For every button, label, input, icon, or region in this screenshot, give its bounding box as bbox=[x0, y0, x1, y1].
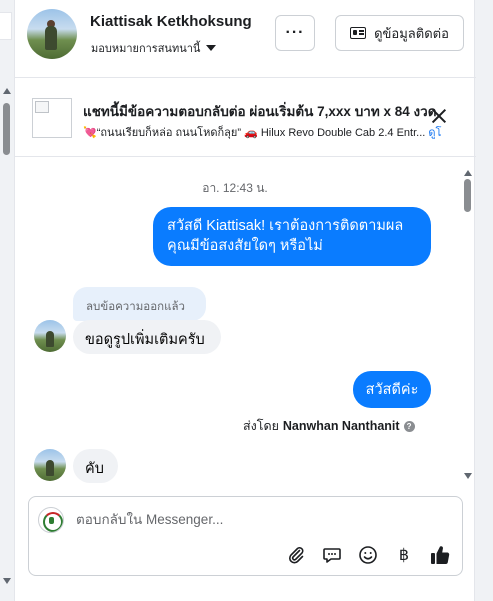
baht-icon[interactable]: ฿ bbox=[393, 544, 415, 566]
ad-title: แชทนี้มีข้อความตอบกลับต่อ ผ่อนเริ่มต้น 7… bbox=[83, 104, 437, 119]
scroll-up-arrow-icon[interactable] bbox=[3, 88, 11, 94]
message-timestamp: อา. 12:43 น. bbox=[202, 181, 268, 195]
more-options-button[interactable]: ··· bbox=[275, 15, 315, 51]
svg-text:฿: ฿ bbox=[399, 545, 409, 564]
car-icon: 🚗 bbox=[244, 127, 258, 139]
sent-by-prefix: ส่งโดย bbox=[243, 419, 279, 433]
scroll-thumb[interactable] bbox=[464, 179, 471, 212]
message-thread: อา. 12:43 น. สวัสดี Kiattisak! เราต้องกา… bbox=[15, 158, 476, 488]
outer-scrollbar[interactable] bbox=[0, 0, 14, 601]
right-edge-background bbox=[476, 0, 493, 601]
assign-conversation-dropdown[interactable]: มอบหมายการสนทนานี้ bbox=[91, 39, 217, 57]
ad-subtitle: 💘“ถนนเรียบก็หล่อ ถนนโหดก็ลุย” 🚗 Hilux Re… bbox=[83, 123, 457, 141]
like-icon[interactable] bbox=[429, 544, 451, 566]
info-icon[interactable]: ? bbox=[403, 420, 415, 432]
caret-down-icon bbox=[206, 45, 217, 51]
assign-label: มอบหมายการสนทนานี้ bbox=[91, 43, 201, 55]
scroll-up-arrow-icon[interactable] bbox=[464, 170, 472, 176]
removed-message-bubble: ลบข้อความออกแล้ว bbox=[73, 287, 206, 321]
ad-reference-bar[interactable]: แชทนี้มีข้อความตอบกลับต่อ ผ่อนเริ่มต้น 7… bbox=[15, 79, 476, 157]
avatar-person bbox=[46, 460, 54, 476]
message-composer: ฿ bbox=[28, 496, 463, 576]
scroll-thumb[interactable] bbox=[3, 103, 10, 155]
outgoing-message[interactable]: สวัสดีค่ะ bbox=[353, 371, 431, 408]
sender-avatar[interactable] bbox=[34, 449, 66, 481]
contact-info-label: ดูข้อมูลติดต่อ bbox=[374, 25, 449, 41]
attachment-icon[interactable] bbox=[285, 544, 307, 566]
sender-avatar[interactable] bbox=[34, 320, 66, 352]
reply-input[interactable] bbox=[76, 512, 446, 527]
incoming-message[interactable]: คับ bbox=[73, 449, 118, 483]
view-contact-info-button[interactable]: ดูข้อมูลติดต่อ bbox=[335, 15, 464, 51]
scroll-down-arrow-icon[interactable] bbox=[3, 578, 11, 584]
removed-message-label: ลบข้อความออกแล้ว bbox=[86, 301, 185, 313]
avatar-person bbox=[45, 26, 57, 50]
sent-by-name: Nanwhan Nanthanit bbox=[282, 419, 400, 433]
heart-icon: 💘 bbox=[83, 127, 97, 139]
scroll-down-arrow-icon[interactable] bbox=[464, 473, 472, 479]
conversation-panel: Kiattisak Ketkhoksung มอบหมายการสนทนานี้… bbox=[14, 0, 476, 601]
sent-by-label: ส่งโดย Nanwhan Nanthanit ? bbox=[243, 416, 415, 436]
avatar-person bbox=[46, 331, 54, 347]
contact-card-icon bbox=[350, 27, 367, 39]
view-ad-link[interactable]: ดูโ bbox=[428, 127, 441, 139]
left-panel-edge bbox=[0, 12, 12, 40]
ad-thumbnail-image bbox=[32, 98, 72, 138]
page-avatar bbox=[38, 507, 64, 533]
ad-subtitle-model: Hilux Revo Double Cab 2.4 Entr... bbox=[260, 127, 426, 139]
conversation-header: Kiattisak Ketkhoksung มอบหมายการสนทนานี้… bbox=[15, 0, 476, 78]
contact-avatar[interactable] bbox=[27, 9, 77, 59]
emoji-icon[interactable] bbox=[357, 544, 379, 566]
ad-subtitle-quote: “ถนนเรียบก็หล่อ ถนนโหดก็ลุย” bbox=[96, 127, 241, 139]
saved-reply-icon[interactable] bbox=[321, 544, 343, 566]
contact-name[interactable]: Kiattisak Ketkhoksung bbox=[90, 13, 252, 30]
close-icon[interactable] bbox=[431, 108, 447, 124]
thread-scrollbar[interactable] bbox=[462, 170, 474, 482]
incoming-message[interactable]: ขอดูรูปเพิ่มเติมครับ bbox=[73, 320, 221, 354]
outgoing-message[interactable]: สวัสดี Kiattisak! เราต้องการติดตามผล คุณ… bbox=[153, 207, 431, 266]
composer-toolbar: ฿ bbox=[285, 543, 451, 567]
